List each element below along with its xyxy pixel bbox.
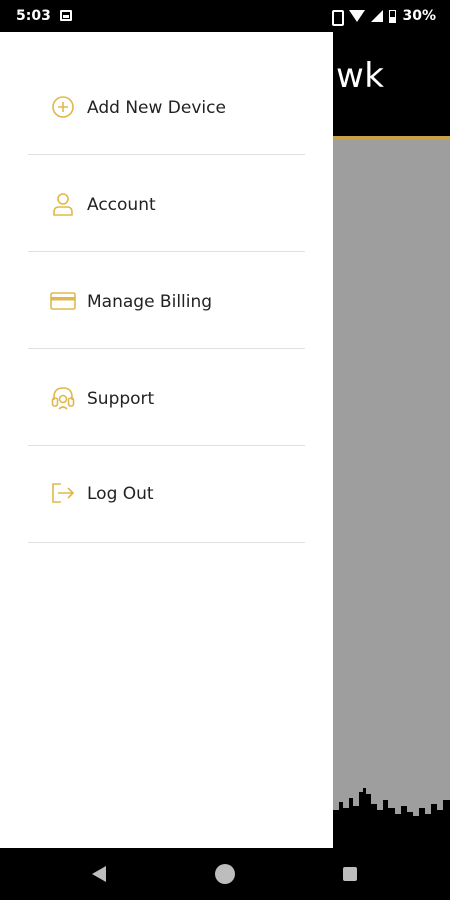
city-skyline-image [333,780,450,848]
credit-card-icon [50,288,76,314]
menu-item-support[interactable]: Support [28,349,305,446]
battery-icon [389,9,397,23]
status-time: 5:03 [16,8,51,24]
add-circle-icon [50,94,76,120]
menu-item-log-out[interactable]: Log Out [28,446,305,543]
menu-item-label: Manage Billing [87,292,213,312]
home-icon[interactable] [215,864,235,884]
menu-item-label: Account [87,195,156,215]
status-icons: 30% [329,8,436,26]
menu-item-label: Log Out [87,484,154,504]
menu-item-account[interactable]: Account [28,155,305,252]
wifi-icon [349,10,366,22]
recents-icon[interactable] [343,867,357,881]
system-navigation-bar [0,848,450,900]
person-icon [50,191,76,217]
signal-icon [371,10,384,22]
menu-item-label: Add New Device [87,98,226,118]
menu-item-manage-billing[interactable]: Manage Billing [28,252,305,349]
headset-icon [50,385,76,411]
vibrate-icon [329,9,345,26]
image-notification-icon [60,10,72,21]
menu-item-add-new-device[interactable]: Add New Device [28,58,305,155]
logout-icon [50,480,76,506]
status-bar: 5:03 30% [0,0,450,32]
battery-percent: 30% [402,8,436,24]
back-icon[interactable] [92,866,106,882]
menu-item-label: Support [87,389,155,409]
app-title: wk [336,56,385,96]
navigation-drawer: Add New Device Account Manage Billing Su… [0,32,333,848]
